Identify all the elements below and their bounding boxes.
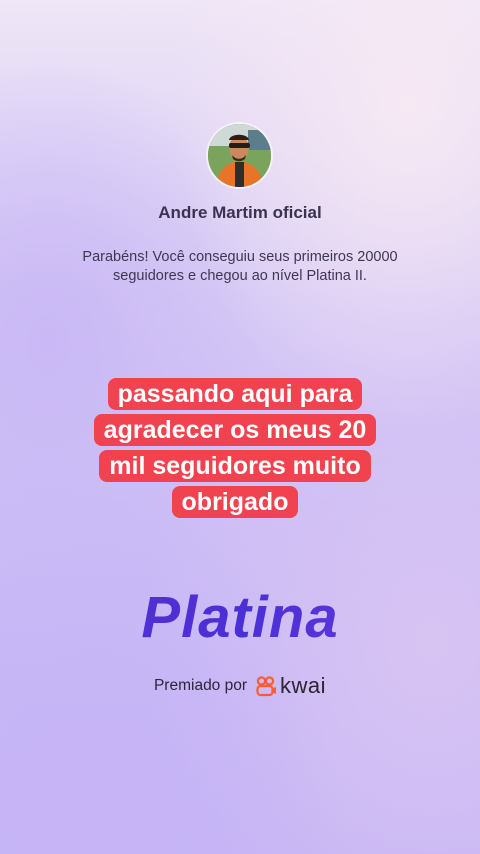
user-avatar-icon [208,124,271,187]
caption-text: passando aqui para agradecer os meus 20 … [93,378,377,518]
award-label: Premiado por [153,677,248,694]
caption-sticker: passando aqui para agradecer os meus 20 … [84,376,386,520]
kwai-brand: kwai [255,675,326,697]
message-line: seguidores e chegou ao nível Platina II. [113,268,367,284]
kwai-brand-name: kwai [280,673,327,698]
user-name: Andre Martim oficial [158,203,322,222]
achievement-card: Andre Martim oficial Parabéns! Você cons… [0,0,480,854]
kwai-logo-icon [256,676,277,697]
congratulations-message: Parabéns! Você conseguiu seus primeiros … [40,248,440,286]
avatar[interactable] [208,124,271,187]
award-footer: Premiado por kwai [0,675,480,697]
level-title: Platina [0,584,480,651]
message-line: Parabéns! Você conseguiu seus primeiros … [82,249,398,265]
